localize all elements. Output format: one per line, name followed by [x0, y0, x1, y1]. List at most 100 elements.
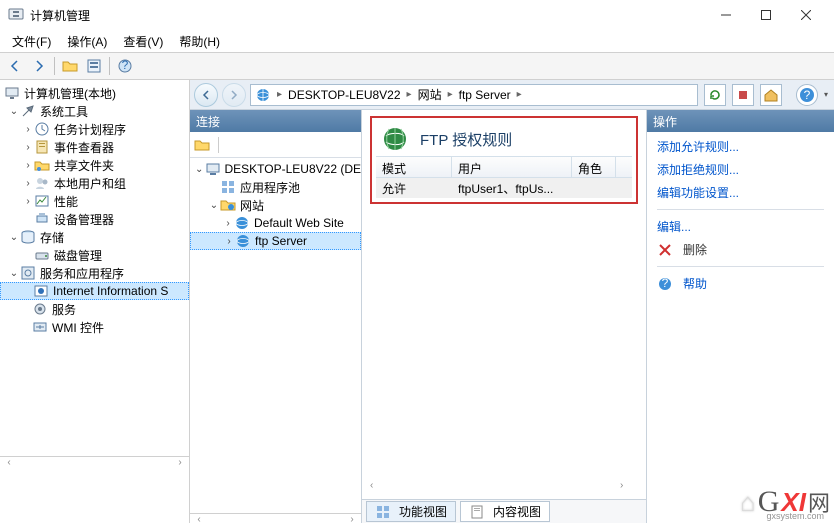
tree-disk-management[interactable]: 磁盘管理	[0, 246, 189, 264]
help-button[interactable]: ?	[114, 55, 136, 77]
menu-action[interactable]: 操作(A)	[59, 31, 115, 52]
addr-back-button[interactable]	[194, 83, 218, 107]
chevron-right-icon[interactable]: ▸	[407, 89, 412, 100]
tree-event-viewer[interactable]: › 事件查看器	[0, 138, 189, 156]
crumb-server[interactable]: DESKTOP-LEU8V22	[284, 88, 405, 102]
content-row: 连接 ⌄ DESKTOP-LEU8V22 (DE 应用程序池	[190, 110, 834, 523]
action-add-deny[interactable]: 添加拒绝规则...	[657, 161, 824, 178]
tree-system-tools[interactable]: ⌄ 系统工具	[0, 102, 189, 120]
tab-features[interactable]: 功能视图	[366, 501, 456, 522]
action-add-allow[interactable]: 添加允许规则...	[657, 138, 824, 155]
tree-label: 服务和应用程序	[40, 265, 124, 282]
action-delete[interactable]: 删除	[657, 241, 824, 258]
help-circle-button[interactable]: ?	[796, 84, 818, 106]
scroll-left-icon[interactable]: ‹	[370, 480, 388, 491]
wmi-icon	[32, 319, 48, 335]
expand-icon[interactable]: ›	[22, 142, 34, 153]
close-button[interactable]	[786, 0, 826, 30]
grid-row[interactable]: 允许 ftpUser1、ftpUs...	[376, 178, 632, 198]
center-panel: FTP 授权规则 模式 用户 角色 允许 ftpUser1、ftpUs...	[362, 110, 646, 523]
minimize-button[interactable]	[706, 0, 746, 30]
tree-wmi[interactable]: WMI 控件	[0, 318, 189, 336]
expand-icon[interactable]: ›	[22, 160, 34, 171]
help-icon: ?	[657, 276, 673, 292]
dropdown-icon[interactable]: ▾	[824, 90, 828, 99]
tree-root[interactable]: 计算机管理(本地)	[0, 84, 189, 102]
tree-performance[interactable]: › 性能	[0, 192, 189, 210]
disk-icon	[34, 247, 50, 263]
expand-icon[interactable]: ›	[223, 236, 235, 247]
tab-label: 内容视图	[493, 503, 541, 520]
conn-server[interactable]: ⌄ DESKTOP-LEU8V22 (DE	[190, 160, 361, 178]
refresh-button[interactable]	[704, 84, 726, 106]
back-button[interactable]	[4, 55, 26, 77]
tree-storage[interactable]: ⌄ 存储	[0, 228, 189, 246]
collapse-icon[interactable]: ⌄	[194, 164, 205, 175]
addr-forward-button[interactable]	[222, 83, 246, 107]
action-edit[interactable]: 编辑...	[657, 218, 824, 235]
mmc-tree[interactable]: 计算机管理(本地) ⌄ 系统工具 › 任务计划程序 › 事件查看器 › 共享文件…	[0, 84, 189, 336]
stop-button[interactable]	[732, 84, 754, 106]
chevron-right-icon[interactable]: ▸	[517, 89, 522, 100]
col-role-header[interactable]: 角色	[572, 157, 616, 177]
conn-app-pools[interactable]: 应用程序池	[190, 178, 361, 196]
conn-sites[interactable]: ⌄ 网站	[190, 196, 361, 214]
crumb-sites[interactable]: 网站	[414, 86, 446, 103]
tree-task-scheduler[interactable]: › 任务计划程序	[0, 120, 189, 138]
watermark-domain: gxsystem.com	[766, 511, 824, 521]
performance-icon	[34, 193, 50, 209]
chevron-right-icon[interactable]: ▸	[448, 89, 453, 100]
chevron-right-icon[interactable]: ▸	[277, 89, 282, 100]
toolbar-separator	[218, 137, 219, 153]
expand-icon[interactable]: ›	[22, 196, 34, 207]
col-mode-header[interactable]: 模式	[376, 157, 452, 177]
expand-icon[interactable]: ›	[22, 124, 34, 135]
cell-mode: 允许	[376, 178, 452, 198]
conn-default-site[interactable]: › Default Web Site	[190, 214, 361, 232]
expand-icon[interactable]: ›	[222, 218, 234, 229]
home-button[interactable]	[760, 84, 782, 106]
tree-label: 存储	[40, 229, 64, 246]
folder-icon[interactable]	[194, 137, 210, 153]
forward-button[interactable]	[28, 55, 50, 77]
action-feature-settings[interactable]: 编辑功能设置...	[657, 184, 824, 201]
action-label: 编辑功能设置...	[657, 184, 739, 201]
folder-button[interactable]	[59, 55, 81, 77]
conn-label: ftp Server	[255, 234, 307, 248]
col-user-header[interactable]: 用户	[452, 157, 572, 177]
event-icon	[34, 139, 50, 155]
breadcrumb[interactable]: ▸ DESKTOP-LEU8V22 ▸ 网站 ▸ ftp Server ▸	[250, 84, 698, 106]
collapse-icon[interactable]: ⌄	[8, 106, 20, 117]
tree-services-apps[interactable]: ⌄ 服务和应用程序	[0, 264, 189, 282]
server-icon	[255, 87, 271, 103]
action-help[interactable]: ? 帮助	[657, 275, 824, 292]
conn-ftp-server[interactable]: › ftp Server	[190, 232, 361, 250]
tree-local-users[interactable]: › 本地用户和组	[0, 174, 189, 192]
properties-button[interactable]	[83, 55, 105, 77]
connections-tree[interactable]: ⌄ DESKTOP-LEU8V22 (DE 应用程序池 ⌄ 网站 ›	[190, 158, 361, 513]
left-scrollbar[interactable]: ‹ ›	[0, 456, 189, 466]
tree-iis[interactable]: Internet Information S	[0, 282, 189, 300]
menu-view[interactable]: 查看(V)	[115, 31, 171, 52]
collapse-icon[interactable]: ⌄	[208, 200, 220, 211]
conn-label: Default Web Site	[254, 216, 344, 230]
menu-file[interactable]: 文件(F)	[4, 31, 59, 52]
menu-bar: 文件(F) 操作(A) 查看(V) 帮助(H)	[0, 30, 834, 52]
collapse-icon[interactable]: ⌄	[8, 232, 20, 243]
ftp-globe-icon	[382, 126, 408, 152]
tree-shared-folders[interactable]: › 共享文件夹	[0, 156, 189, 174]
menu-help[interactable]: 帮助(H)	[171, 31, 228, 52]
tree-services[interactable]: 服务	[0, 300, 189, 318]
tree-device-manager[interactable]: 设备管理器	[0, 210, 189, 228]
delete-icon	[657, 242, 673, 258]
expand-icon[interactable]: ›	[22, 178, 34, 189]
tab-content[interactable]: 内容视图	[460, 501, 550, 522]
scroll-right-icon[interactable]: ›	[620, 480, 638, 491]
app-pool-icon	[220, 179, 236, 195]
collapse-icon[interactable]: ⌄	[8, 268, 20, 279]
crumb-ftp[interactable]: ftp Server	[455, 88, 515, 102]
conn-label: 应用程序池	[240, 179, 300, 196]
center-hscroll[interactable]: ‹ ›	[368, 477, 640, 493]
connections-scrollbar[interactable]: ‹ ›	[190, 513, 361, 523]
maximize-button[interactable]	[746, 0, 786, 30]
